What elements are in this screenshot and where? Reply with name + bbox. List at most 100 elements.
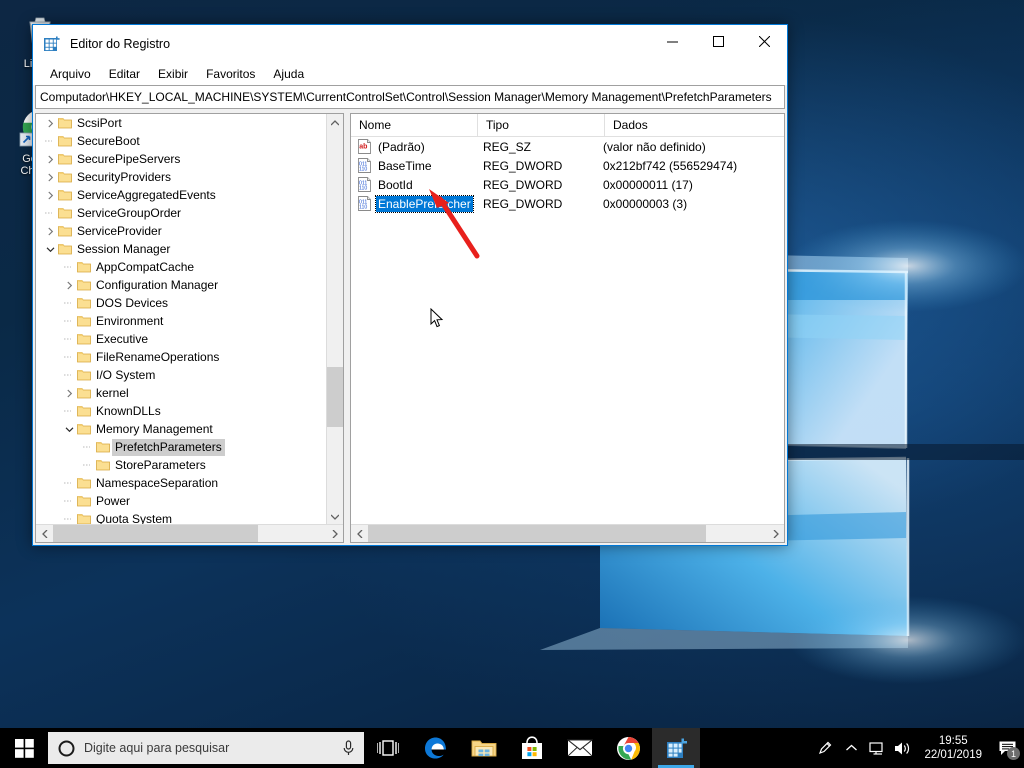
show-hidden-icons-chevron[interactable] bbox=[838, 728, 864, 768]
chevron-right-icon[interactable] bbox=[42, 222, 58, 240]
tree-item-serviceaggregatedevents[interactable]: ServiceAggregatedEvents bbox=[36, 186, 327, 204]
microphone-icon[interactable] bbox=[332, 740, 364, 756]
scroll-down-arrow-icon[interactable] bbox=[327, 508, 343, 525]
tree-item-secureboot[interactable]: SecureBoot bbox=[36, 132, 327, 150]
tree-item-i-o-system[interactable]: I/O System bbox=[36, 366, 327, 384]
values-hscrollbar-thumb[interactable] bbox=[368, 525, 706, 542]
registry-tree-pane[interactable]: ScsiPortSecureBootSecurePipeServersSecur… bbox=[35, 113, 344, 543]
tree-scrollbar-thumb[interactable] bbox=[327, 367, 343, 427]
chevron-right-icon[interactable] bbox=[42, 186, 58, 204]
address-bar[interactable]: Computador\HKEY_LOCAL_MACHINE\SYSTEM\Cur… bbox=[35, 85, 785, 109]
taskbar-button-file-explorer[interactable] bbox=[460, 728, 508, 768]
column-header-tipo[interactable]: Tipo bbox=[478, 114, 605, 136]
window-titlebar[interactable]: Editor do Registro bbox=[33, 25, 787, 63]
chevron-right-icon[interactable] bbox=[61, 384, 77, 402]
tree-item-securepipeservers[interactable]: SecurePipeServers bbox=[36, 150, 327, 168]
value-row[interactable]: 011110BaseTimeREG_DWORD0x212bf742 (55652… bbox=[351, 156, 784, 175]
taskbar-button-microsoft-edge[interactable] bbox=[412, 728, 460, 768]
menu-ajuda[interactable]: Ajuda bbox=[264, 65, 313, 83]
menu-arquivo[interactable]: Arquivo bbox=[41, 65, 100, 83]
tree-item-memory-management[interactable]: Memory Management bbox=[36, 420, 327, 438]
maximize-button[interactable] bbox=[695, 25, 741, 57]
tree-hscroll-track[interactable] bbox=[53, 525, 326, 542]
tree-item-session-manager[interactable]: Session Manager bbox=[36, 240, 327, 258]
tree-item-executive[interactable]: Executive bbox=[36, 330, 327, 348]
registry-editor-window[interactable]: Editor do Registro Arquivo Editar Exibir… bbox=[32, 24, 788, 546]
system-tray[interactable]: 19:55 22/01/2019 1 bbox=[812, 728, 1024, 768]
cortana-circle-icon[interactable] bbox=[48, 740, 84, 757]
svg-text:110: 110 bbox=[359, 204, 367, 210]
chevron-down-icon[interactable] bbox=[42, 240, 58, 258]
value-row[interactable]: 011110BootIdREG_DWORD0x00000011 (17) bbox=[351, 175, 784, 194]
tree-item-configuration-manager[interactable]: Configuration Manager bbox=[36, 276, 327, 294]
taskbar-button-microsoft-store[interactable] bbox=[508, 728, 556, 768]
value-row[interactable]: ab(Padrão)REG_SZ(valor não definido) bbox=[351, 137, 784, 156]
taskbar-button-mail[interactable] bbox=[556, 728, 604, 768]
menu-favoritos[interactable]: Favoritos bbox=[197, 65, 264, 83]
volume-icon[interactable] bbox=[890, 728, 916, 768]
taskbar-button-google-chrome[interactable] bbox=[604, 728, 652, 768]
menu-exibir[interactable]: Exibir bbox=[149, 65, 197, 83]
value-name-cell[interactable]: 011110EnablePrefetcher bbox=[351, 196, 475, 212]
registry-values-list[interactable]: ab(Padrão)REG_SZ(valor não definido)0111… bbox=[351, 137, 784, 213]
tree-item-prefetchparameters[interactable]: PrefetchParameters bbox=[36, 438, 327, 456]
tree-item-environment[interactable]: Environment bbox=[36, 312, 327, 330]
menu-bar[interactable]: Arquivo Editar Exibir Favoritos Ajuda bbox=[33, 63, 787, 85]
tree-item-kernel[interactable]: kernel bbox=[36, 384, 327, 402]
folder-icon bbox=[77, 492, 93, 510]
dword-value-icon: 011110 bbox=[357, 177, 372, 192]
scroll-left-arrow-icon[interactable] bbox=[36, 525, 53, 542]
tree-item-storeparameters[interactable]: StoreParameters bbox=[36, 456, 327, 474]
column-header-nome[interactable]: Nome bbox=[351, 114, 478, 136]
tree-item-power[interactable]: Power bbox=[36, 492, 327, 510]
column-header-dados[interactable]: Dados bbox=[605, 114, 784, 136]
tree-vertical-scrollbar[interactable] bbox=[326, 114, 343, 525]
taskbar-clock[interactable]: 19:55 22/01/2019 bbox=[916, 734, 990, 762]
start-button[interactable] bbox=[0, 728, 48, 768]
tree-item-namespaceseparation[interactable]: NamespaceSeparation bbox=[36, 474, 327, 492]
tree-item-label: NamespaceSeparation bbox=[93, 475, 221, 492]
taskbar[interactable]: Digite aqui para pesquisar bbox=[0, 728, 1024, 768]
tree-item-quota-system[interactable]: Quota System bbox=[36, 510, 327, 525]
tree-item-filerenameoperations[interactable]: FileRenameOperations bbox=[36, 348, 327, 366]
scroll-left-arrow-icon[interactable] bbox=[351, 525, 368, 542]
close-button[interactable] bbox=[741, 25, 787, 57]
tree-item-appcompatcache[interactable]: AppCompatCache bbox=[36, 258, 327, 276]
values-horizontal-scrollbar[interactable] bbox=[351, 524, 784, 542]
search-input[interactable]: Digite aqui para pesquisar bbox=[84, 741, 332, 755]
registry-tree-list[interactable]: ScsiPortSecureBootSecurePipeServersSecur… bbox=[36, 114, 327, 525]
values-hscroll-track[interactable] bbox=[368, 525, 767, 542]
action-center-button[interactable]: 1 bbox=[990, 728, 1024, 768]
taskbar-search-box[interactable]: Digite aqui para pesquisar bbox=[48, 732, 364, 764]
chevron-right-icon[interactable] bbox=[42, 168, 58, 186]
chevron-right-icon[interactable] bbox=[42, 150, 58, 168]
tree-horizontal-scrollbar[interactable] bbox=[36, 524, 343, 542]
scroll-right-arrow-icon[interactable] bbox=[767, 525, 784, 542]
minimize-button[interactable] bbox=[649, 25, 695, 57]
value-name-cell[interactable]: 011110BaseTime bbox=[351, 158, 475, 174]
chevron-right-icon[interactable] bbox=[61, 276, 77, 294]
chevron-down-icon[interactable] bbox=[61, 420, 77, 438]
value-name-cell[interactable]: ab(Padrão) bbox=[351, 139, 475, 155]
network-icon[interactable] bbox=[864, 728, 890, 768]
menu-editar[interactable]: Editar bbox=[100, 65, 149, 83]
pen-workspace-icon[interactable] bbox=[812, 728, 838, 768]
taskbar-button-registry-editor[interactable] bbox=[652, 728, 700, 768]
tree-item-servicegrouporder[interactable]: ServiceGroupOrder bbox=[36, 204, 327, 222]
registry-values-pane[interactable]: Nome Tipo Dados ab(Padrão)REG_SZ(valor n… bbox=[350, 113, 785, 543]
tree-hscrollbar-thumb[interactable] bbox=[53, 525, 258, 542]
value-name-cell[interactable]: 011110BootId bbox=[351, 177, 475, 193]
tree-item-label: kernel bbox=[93, 385, 132, 402]
tree-item-scsiport[interactable]: ScsiPort bbox=[36, 114, 327, 132]
value-row[interactable]: 011110EnablePrefetcherREG_DWORD0x0000000… bbox=[351, 194, 784, 213]
task-view-button[interactable] bbox=[364, 728, 412, 768]
scroll-up-arrow-icon[interactable] bbox=[327, 114, 343, 131]
tree-item-knowndlls[interactable]: KnownDLLs bbox=[36, 402, 327, 420]
chevron-right-icon[interactable] bbox=[42, 114, 58, 132]
tree-item-securityproviders[interactable]: SecurityProviders bbox=[36, 168, 327, 186]
values-column-headers[interactable]: Nome Tipo Dados bbox=[351, 114, 784, 137]
window-controls[interactable] bbox=[649, 25, 787, 57]
tree-item-serviceprovider[interactable]: ServiceProvider bbox=[36, 222, 327, 240]
tree-item-dos-devices[interactable]: DOS Devices bbox=[36, 294, 327, 312]
scroll-right-arrow-icon[interactable] bbox=[326, 525, 343, 542]
